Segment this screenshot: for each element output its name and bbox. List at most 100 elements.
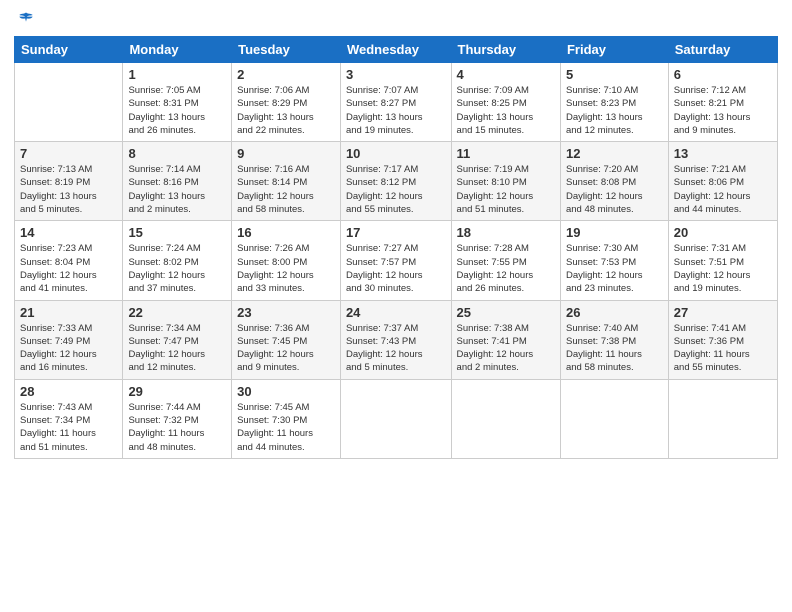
day-info: Sunrise: 7:24 AM Sunset: 8:02 PM Dayligh… (128, 242, 226, 295)
day-number: 30 (237, 384, 335, 399)
calendar-week-row: 7 Sunrise: 7:13 AM Sunset: 8:19 PM Daylig… (15, 142, 778, 221)
day-number: 6 (674, 67, 772, 82)
day-number: 22 (128, 305, 226, 320)
calendar-cell: 1 Sunrise: 7:05 AM Sunset: 8:31 PM Daylig… (123, 63, 232, 142)
calendar-cell: 18Sunrise: 7:28 AM Sunset: 7:55 PM Dayli… (451, 221, 560, 300)
day-info: Sunrise: 7:12 AM Sunset: 8:21 PM Dayligh… (674, 84, 772, 137)
calendar-cell: 25 Sunrise: 7:38 AM Sunset: 7:41 PM Dayli… (451, 300, 560, 379)
calendar-cell (15, 63, 123, 142)
day-info: Sunrise: 7:31 AM Sunset: 7:51 PM Dayligh… (674, 242, 772, 295)
day-info: Sunrise: 7:19 AM Sunset: 8:10 PM Dayligh… (457, 163, 555, 216)
calendar-cell (560, 379, 668, 458)
day-info: Sunrise: 7:38 AM Sunset: 7:41 PM Dayligh… (457, 322, 555, 375)
day-number: 23 (237, 305, 335, 320)
calendar-cell: 27 Sunrise: 7:41 AM Sunset: 7:36 PM Dayli… (668, 300, 777, 379)
calendar-cell: 29 Sunrise: 7:44 AM Sunset: 7:32 PM Dayli… (123, 379, 232, 458)
day-number: 16 (237, 225, 335, 240)
day-number: 1 (128, 67, 226, 82)
calendar-cell: 20 Sunrise: 7:31 AM Sunset: 7:51 PM Dayli… (668, 221, 777, 300)
calendar-cell: 19Sunrise: 7:30 AM Sunset: 7:53 PM Dayli… (560, 221, 668, 300)
day-number: 15 (128, 225, 226, 240)
day-number: 21 (20, 305, 117, 320)
day-info: Sunrise: 7:34 AM Sunset: 7:47 PM Dayligh… (128, 322, 226, 375)
calendar-cell: 13 Sunrise: 7:21 AM Sunset: 8:06 PM Dayli… (668, 142, 777, 221)
day-number: 24 (346, 305, 446, 320)
calendar-header-sunday: Sunday (15, 37, 123, 63)
day-number: 8 (128, 146, 226, 161)
calendar-cell: 21 Sunrise: 7:33 AM Sunset: 7:49 PM Dayli… (15, 300, 123, 379)
calendar-cell: 30 Sunrise: 7:45 AM Sunset: 7:30 PM Dayli… (232, 379, 341, 458)
calendar-cell: 4Sunrise: 7:09 AM Sunset: 8:25 PM Daylig… (451, 63, 560, 142)
day-info: Sunrise: 7:44 AM Sunset: 7:32 PM Dayligh… (128, 401, 226, 454)
calendar-cell (451, 379, 560, 458)
calendar-header-monday: Monday (123, 37, 232, 63)
calendar-cell: 2 Sunrise: 7:06 AM Sunset: 8:29 PM Daylig… (232, 63, 341, 142)
calendar-cell: 9Sunrise: 7:16 AM Sunset: 8:14 PM Daylig… (232, 142, 341, 221)
calendar-header-thursday: Thursday (451, 37, 560, 63)
day-info: Sunrise: 7:26 AM Sunset: 8:00 PM Dayligh… (237, 242, 335, 295)
day-info: Sunrise: 7:37 AM Sunset: 7:43 PM Dayligh… (346, 322, 446, 375)
calendar-cell: 15 Sunrise: 7:24 AM Sunset: 8:02 PM Dayli… (123, 221, 232, 300)
calendar-cell: 8 Sunrise: 7:14 AM Sunset: 8:16 PM Daylig… (123, 142, 232, 221)
day-info: Sunrise: 7:40 AM Sunset: 7:38 PM Dayligh… (566, 322, 663, 375)
day-info: Sunrise: 7:45 AM Sunset: 7:30 PM Dayligh… (237, 401, 335, 454)
day-number: 11 (457, 146, 555, 161)
day-info: Sunrise: 7:27 AM Sunset: 7:57 PM Dayligh… (346, 242, 446, 295)
calendar-cell: 22 Sunrise: 7:34 AM Sunset: 7:47 PM Dayli… (123, 300, 232, 379)
day-number: 13 (674, 146, 772, 161)
day-info: Sunrise: 7:09 AM Sunset: 8:25 PM Dayligh… (457, 84, 555, 137)
day-info: Sunrise: 7:13 AM Sunset: 8:19 PM Dayligh… (20, 163, 117, 216)
calendar-week-row: 1 Sunrise: 7:05 AM Sunset: 8:31 PM Daylig… (15, 63, 778, 142)
logo (14, 10, 36, 30)
calendar-cell: 5 Sunrise: 7:10 AM Sunset: 8:23 PM Daylig… (560, 63, 668, 142)
calendar-cell: 24 Sunrise: 7:37 AM Sunset: 7:43 PM Dayli… (340, 300, 451, 379)
day-number: 9 (237, 146, 335, 161)
day-info: Sunrise: 7:21 AM Sunset: 8:06 PM Dayligh… (674, 163, 772, 216)
calendar-cell: 10Sunrise: 7:17 AM Sunset: 8:12 PM Dayli… (340, 142, 451, 221)
day-info: Sunrise: 7:06 AM Sunset: 8:29 PM Dayligh… (237, 84, 335, 137)
day-number: 29 (128, 384, 226, 399)
calendar-cell: 26 Sunrise: 7:40 AM Sunset: 7:38 PM Dayli… (560, 300, 668, 379)
calendar-cell: 12 Sunrise: 7:20 AM Sunset: 8:08 PM Dayli… (560, 142, 668, 221)
calendar-header-wednesday: Wednesday (340, 37, 451, 63)
day-number: 7 (20, 146, 117, 161)
calendar-week-row: 21 Sunrise: 7:33 AM Sunset: 7:49 PM Dayli… (15, 300, 778, 379)
calendar-header-row: SundayMondayTuesdayWednesdayThursdayFrid… (15, 37, 778, 63)
day-number: 2 (237, 67, 335, 82)
day-number: 19 (566, 225, 663, 240)
logo-bird-icon (16, 10, 36, 30)
day-info: Sunrise: 7:14 AM Sunset: 8:16 PM Dayligh… (128, 163, 226, 216)
day-number: 18 (457, 225, 555, 240)
day-number: 5 (566, 67, 663, 82)
day-number: 28 (20, 384, 117, 399)
calendar-header-tuesday: Tuesday (232, 37, 341, 63)
day-info: Sunrise: 7:05 AM Sunset: 8:31 PM Dayligh… (128, 84, 226, 137)
page: SundayMondayTuesdayWednesdayThursdayFrid… (0, 0, 792, 612)
calendar-header-saturday: Saturday (668, 37, 777, 63)
calendar-cell: 16 Sunrise: 7:26 AM Sunset: 8:00 PM Dayli… (232, 221, 341, 300)
day-number: 27 (674, 305, 772, 320)
calendar: SundayMondayTuesdayWednesdayThursdayFrid… (14, 36, 778, 459)
day-number: 20 (674, 225, 772, 240)
day-number: 3 (346, 67, 446, 82)
day-info: Sunrise: 7:20 AM Sunset: 8:08 PM Dayligh… (566, 163, 663, 216)
day-number: 25 (457, 305, 555, 320)
day-info: Sunrise: 7:07 AM Sunset: 8:27 PM Dayligh… (346, 84, 446, 137)
day-number: 10 (346, 146, 446, 161)
calendar-cell: 17 Sunrise: 7:27 AM Sunset: 7:57 PM Dayli… (340, 221, 451, 300)
day-number: 26 (566, 305, 663, 320)
calendar-week-row: 14Sunrise: 7:23 AM Sunset: 8:04 PM Dayli… (15, 221, 778, 300)
day-info: Sunrise: 7:33 AM Sunset: 7:49 PM Dayligh… (20, 322, 117, 375)
day-number: 17 (346, 225, 446, 240)
day-info: Sunrise: 7:23 AM Sunset: 8:04 PM Dayligh… (20, 242, 117, 295)
calendar-cell: 7 Sunrise: 7:13 AM Sunset: 8:19 PM Daylig… (15, 142, 123, 221)
header (14, 10, 778, 30)
calendar-cell: 3 Sunrise: 7:07 AM Sunset: 8:27 PM Daylig… (340, 63, 451, 142)
day-info: Sunrise: 7:36 AM Sunset: 7:45 PM Dayligh… (237, 322, 335, 375)
calendar-cell: 28 Sunrise: 7:43 AM Sunset: 7:34 PM Dayli… (15, 379, 123, 458)
day-info: Sunrise: 7:41 AM Sunset: 7:36 PM Dayligh… (674, 322, 772, 375)
day-info: Sunrise: 7:10 AM Sunset: 8:23 PM Dayligh… (566, 84, 663, 137)
day-number: 12 (566, 146, 663, 161)
calendar-cell: 14Sunrise: 7:23 AM Sunset: 8:04 PM Dayli… (15, 221, 123, 300)
day-info: Sunrise: 7:43 AM Sunset: 7:34 PM Dayligh… (20, 401, 117, 454)
